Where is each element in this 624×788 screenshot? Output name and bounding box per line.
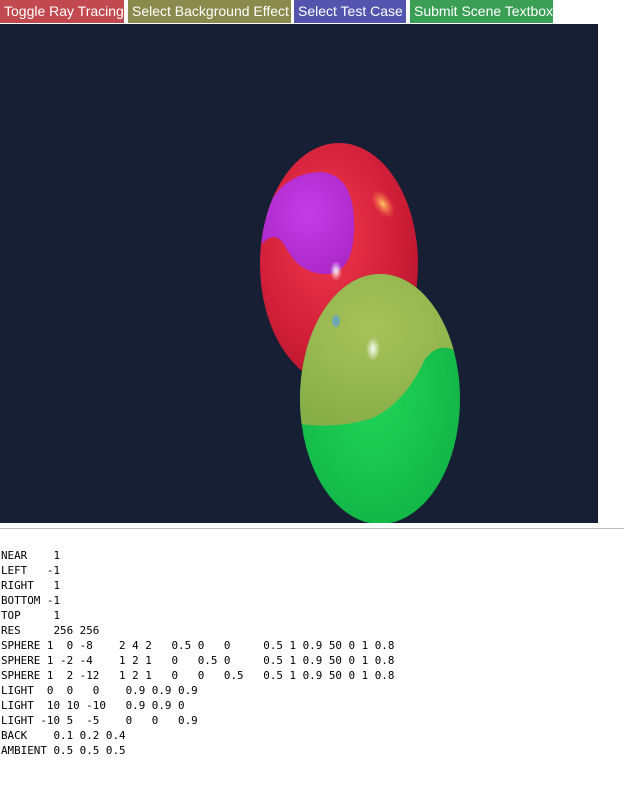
submit-scene-textbox-button[interactable]: Submit Scene Textbox <box>410 0 553 23</box>
select-background-effect-button[interactable]: Select Background Effect <box>128 0 291 23</box>
divider <box>0 528 624 529</box>
scene-textbox[interactable]: NEAR 1 LEFT -1 RIGHT 1 BOTTOM -1 TOP 1 R… <box>1 548 621 763</box>
rendered-scene <box>260 143 460 523</box>
render-canvas[interactable] <box>0 24 598 523</box>
toggle-ray-tracing-button[interactable]: Toggle Ray Tracing <box>0 0 124 23</box>
toolbar: Toggle Ray Tracing Select Background Eff… <box>0 0 624 23</box>
select-test-case-button[interactable]: Select Test Case <box>294 0 406 23</box>
